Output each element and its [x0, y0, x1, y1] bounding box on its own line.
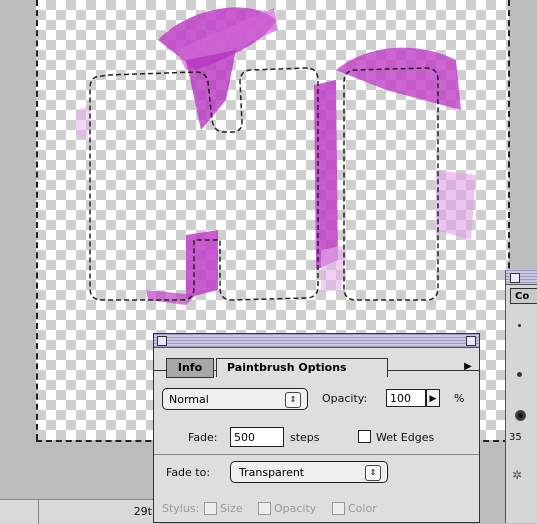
stylus-label: Stylus: — [162, 502, 200, 515]
fade-to-value: Transparent — [239, 466, 305, 479]
selection-i-outline — [343, 67, 439, 301]
paint-stroke-i-top — [336, 47, 461, 110]
opacity-unit: % — [454, 392, 465, 405]
status-bar: 29t — [0, 499, 160, 524]
fade-unit: steps — [290, 431, 320, 444]
fade-label: Fade: — [188, 431, 218, 444]
stylus-color-checkbox[interactable] — [332, 502, 345, 515]
palette-close-icon[interactable] — [157, 336, 167, 346]
paint-stroke-i-bottom — [321, 245, 346, 292]
palette-zoom-icon[interactable] — [466, 336, 476, 346]
stylus-color-label: Color — [348, 502, 377, 515]
fade-steps-input[interactable]: 500 — [230, 427, 284, 447]
brush-dot-small-icon[interactable] — [518, 324, 521, 327]
brush-dot-medium-icon[interactable] — [517, 372, 522, 377]
zoom-level[interactable]: 29t — [40, 500, 152, 524]
canvas-edge-left — [36, 0, 38, 440]
opacity-input[interactable]: 100 — [386, 389, 426, 407]
status-left-cell — [0, 500, 39, 524]
paintbrush-options-palette: Info Paintbrush Options ▶ Normal ⇕ Opaci… — [153, 333, 480, 523]
blend-mode-select[interactable]: Normal ⇕ — [162, 388, 308, 410]
side-palette: Co 35 ✲ — [505, 270, 537, 523]
paint-stroke-i-right — [436, 170, 476, 240]
side-palette-tab[interactable]: Co — [510, 288, 537, 304]
stylus-opacity-label: Opacity — [274, 502, 317, 515]
wet-edges-checkbox[interactable] — [358, 430, 371, 443]
wet-edges-label: Wet Edges — [376, 431, 435, 444]
palette-divider — [154, 454, 479, 455]
paint-stroke-h-upper — [186, 50, 236, 130]
tab-paintbrush-options[interactable]: Paintbrush Options — [216, 358, 388, 377]
palette-titlebar[interactable] — [154, 334, 479, 348]
select-arrows-icon: ⇕ — [365, 465, 381, 481]
brush-preset-icon[interactable]: ✲ — [512, 468, 522, 482]
fade-to-select[interactable]: Transparent ⇕ — [230, 461, 388, 483]
menu-arrow-icon[interactable]: ▶ — [461, 359, 475, 375]
select-arrows-icon: ⇕ — [285, 392, 301, 408]
brush-soft-icon[interactable] — [515, 410, 526, 421]
stylus-opacity-checkbox[interactable] — [258, 502, 271, 515]
palette-tabs: Info Paintbrush Options ▶ — [154, 348, 479, 378]
brush-size-label: 35 — [509, 432, 522, 443]
tab-info[interactable]: Info — [166, 358, 214, 378]
stylus-size-label: Size — [220, 502, 243, 515]
opacity-label: Opacity: — [322, 392, 368, 405]
opacity-slider-arrow-icon[interactable]: ▶ — [426, 389, 440, 407]
stylus-size-checkbox[interactable] — [204, 502, 217, 515]
paint-stroke-left — [76, 105, 91, 140]
fade-to-label: Fade to: — [166, 466, 211, 479]
blend-mode-value: Normal — [169, 393, 209, 406]
side-palette-close-icon[interactable] — [510, 273, 520, 283]
side-palette-titlebar[interactable] — [506, 270, 537, 285]
